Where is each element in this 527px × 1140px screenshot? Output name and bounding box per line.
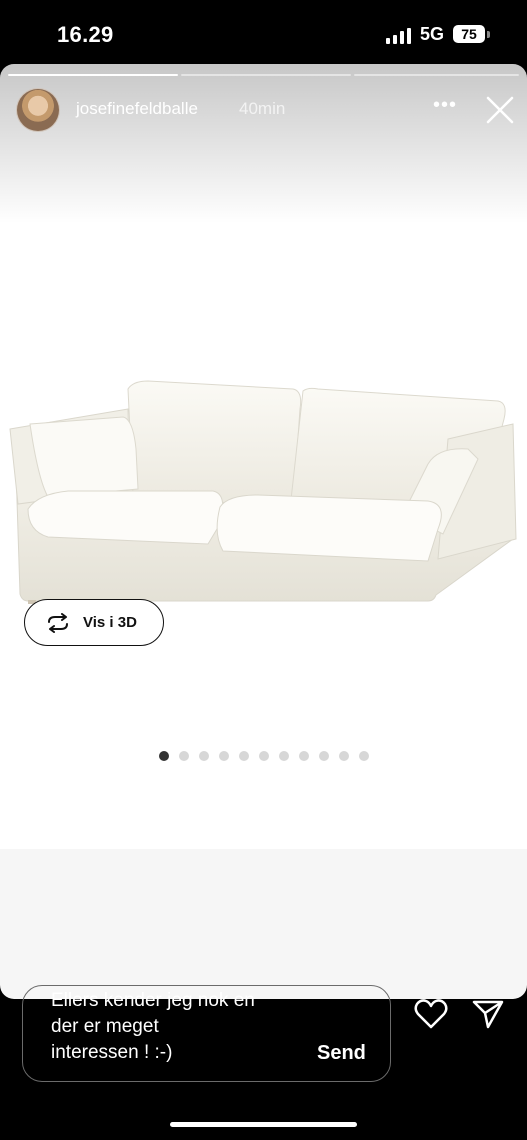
battery-icon: 75 <box>453 25 485 43</box>
signal-icon <box>386 28 411 44</box>
carousel-dots <box>159 751 369 761</box>
progress-segment-3 <box>354 74 519 76</box>
status-bar: 16.29 5G 75 <box>0 0 527 66</box>
carousel-dot <box>279 751 289 761</box>
status-time: 16.29 <box>57 22 114 47</box>
avatar[interactable] <box>16 88 60 132</box>
close-icon[interactable] <box>485 95 515 125</box>
carousel-dot <box>199 751 209 761</box>
progress-segment-2 <box>181 74 351 76</box>
rotate-3d-icon <box>48 613 68 633</box>
reply-text[interactable]: Ellers kender jeg nok en der er meget in… <box>51 988 301 1066</box>
view-in-3d-button[interactable]: Vis i 3D <box>24 599 164 646</box>
reply-line: Ellers kender jeg nok en <box>51 990 255 1011</box>
network-label: 5G <box>420 24 445 44</box>
sofa-image <box>9 380 517 604</box>
home-indicator <box>170 1122 357 1127</box>
share-icon[interactable] <box>472 998 504 1030</box>
carousel-dot <box>219 751 229 761</box>
progress-segment-1 <box>8 74 178 76</box>
carousel-dot <box>339 751 349 761</box>
reply-line: der er meget <box>51 1016 159 1037</box>
more-icon[interactable]: ••• <box>433 94 459 116</box>
send-button[interactable]: Send <box>317 1042 366 1065</box>
reply-input[interactable]: Ellers kender jeg nok en der er meget in… <box>22 985 391 1082</box>
carousel-dot <box>179 751 189 761</box>
story-username[interactable]: josefinefeldballe <box>76 99 198 119</box>
story-age: 40min <box>239 99 286 118</box>
heart-icon[interactable] <box>414 998 448 1030</box>
carousel-dot <box>259 751 269 761</box>
reply-line: interessen ! :-) <box>51 1042 173 1063</box>
carousel-dot <box>359 751 369 761</box>
carousel-dot-active <box>159 751 169 761</box>
carousel-dot <box>239 751 249 761</box>
battery-tip <box>487 31 490 38</box>
carousel-dot <box>299 751 309 761</box>
story-card[interactable]: josefinefeldballe 40min ••• Vis i 3D <box>0 64 527 999</box>
top-shade <box>0 64 527 224</box>
carousel-dot <box>319 751 329 761</box>
view-in-3d-label: Vis i 3D <box>83 614 137 631</box>
